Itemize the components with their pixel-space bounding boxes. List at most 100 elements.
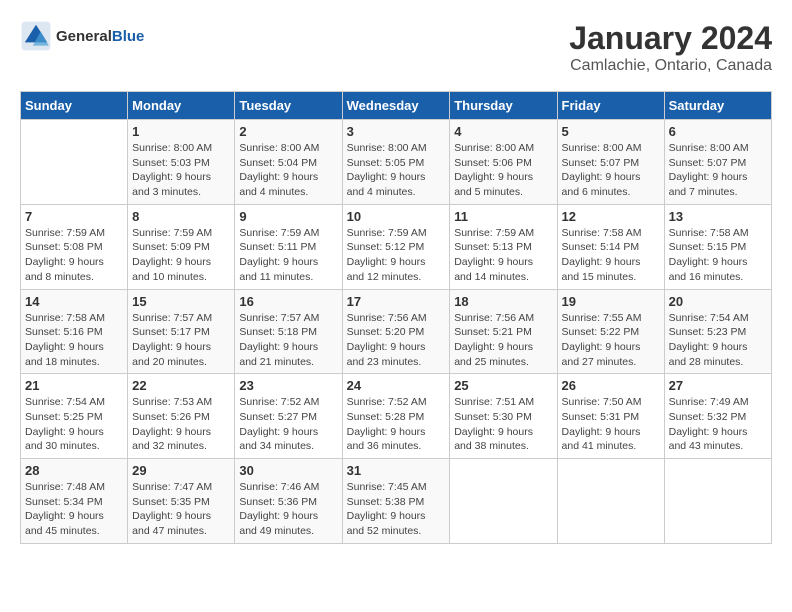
calendar-cell: 24 Sunrise: 7:52 AM Sunset: 5:28 PM Dayli… bbox=[342, 374, 450, 459]
calendar-cell: 6 Sunrise: 8:00 AM Sunset: 5:07 PM Daylig… bbox=[664, 120, 771, 205]
calendar-cell: 18Sunrise: 7:56 AM Sunset: 5:21 PM Dayli… bbox=[450, 289, 557, 374]
logo-general: GeneralBlue bbox=[56, 28, 144, 45]
day-info: Sunrise: 7:59 AM Sunset: 5:09 PM Dayligh… bbox=[132, 226, 230, 285]
calendar-cell: 1 Sunrise: 8:00 AM Sunset: 5:03 PM Daylig… bbox=[128, 120, 235, 205]
day-info: Sunrise: 7:51 AM Sunset: 5:30 PM Dayligh… bbox=[454, 395, 552, 454]
day-info: Sunrise: 7:59 AM Sunset: 5:13 PM Dayligh… bbox=[454, 226, 552, 285]
day-info: Sunrise: 7:56 AM Sunset: 5:20 PM Dayligh… bbox=[347, 311, 446, 370]
calendar-cell: 13 Sunrise: 7:58 AM Sunset: 5:15 PM Dayli… bbox=[664, 204, 771, 289]
day-number: 30 bbox=[239, 463, 337, 478]
day-number: 6 bbox=[669, 124, 767, 139]
day-info: Sunrise: 7:59 AM Sunset: 5:08 PM Dayligh… bbox=[25, 226, 123, 285]
day-info: Sunrise: 7:59 AM Sunset: 5:11 PM Dayligh… bbox=[239, 226, 337, 285]
day-info: Sunrise: 8:00 AM Sunset: 5:07 PM Dayligh… bbox=[669, 141, 767, 200]
day-info: Sunrise: 7:53 AM Sunset: 5:26 PM Dayligh… bbox=[132, 395, 230, 454]
day-number: 16 bbox=[239, 294, 337, 309]
calendar-cell bbox=[557, 459, 664, 544]
day-info: Sunrise: 7:47 AM Sunset: 5:35 PM Dayligh… bbox=[132, 480, 230, 539]
day-number: 8 bbox=[132, 209, 230, 224]
calendar-cell: 23 Sunrise: 7:52 AM Sunset: 5:27 PM Dayli… bbox=[235, 374, 342, 459]
day-info: Sunrise: 7:57 AM Sunset: 5:17 PM Dayligh… bbox=[132, 311, 230, 370]
day-number: 4 bbox=[454, 124, 552, 139]
day-number: 27 bbox=[669, 378, 767, 393]
calendar-cell: 27 Sunrise: 7:49 AM Sunset: 5:32 PM Dayli… bbox=[664, 374, 771, 459]
header-monday: Monday bbox=[128, 92, 235, 120]
day-number: 31 bbox=[347, 463, 446, 478]
day-info: Sunrise: 7:45 AM Sunset: 5:38 PM Dayligh… bbox=[347, 480, 446, 539]
calendar-cell: 30 Sunrise: 7:46 AM Sunset: 5:36 PM Dayli… bbox=[235, 459, 342, 544]
calendar-cell bbox=[664, 459, 771, 544]
header-thursday: Thursday bbox=[450, 92, 557, 120]
calendar-cell: 14Sunrise: 7:58 AM Sunset: 5:16 PM Dayli… bbox=[21, 289, 128, 374]
day-info: Sunrise: 7:50 AM Sunset: 5:31 PM Dayligh… bbox=[562, 395, 660, 454]
day-number: 29 bbox=[132, 463, 230, 478]
calendar-cell: 31 Sunrise: 7:45 AM Sunset: 5:38 PM Dayli… bbox=[342, 459, 450, 544]
header-sunday: Sunday bbox=[21, 92, 128, 120]
day-number: 12 bbox=[562, 209, 660, 224]
calendar-cell: 22 Sunrise: 7:53 AM Sunset: 5:26 PM Dayli… bbox=[128, 374, 235, 459]
header-friday: Friday bbox=[557, 92, 664, 120]
day-number: 7 bbox=[25, 209, 123, 224]
calendar-week-row: 14Sunrise: 7:58 AM Sunset: 5:16 PM Dayli… bbox=[21, 289, 772, 374]
day-number: 11 bbox=[454, 209, 552, 224]
header-tuesday: Tuesday bbox=[235, 92, 342, 120]
logo-text: GeneralBlue bbox=[56, 28, 144, 45]
page-header: GeneralBlue January 2024 Camlachie, Onta… bbox=[20, 20, 772, 75]
day-info: Sunrise: 8:00 AM Sunset: 5:04 PM Dayligh… bbox=[239, 141, 337, 200]
day-number: 10 bbox=[347, 209, 446, 224]
logo-icon bbox=[20, 20, 52, 52]
calendar-cell: 3Sunrise: 8:00 AM Sunset: 5:05 PM Daylig… bbox=[342, 120, 450, 205]
day-number: 5 bbox=[562, 124, 660, 139]
calendar-cell: 12Sunrise: 7:58 AM Sunset: 5:14 PM Dayli… bbox=[557, 204, 664, 289]
day-info: Sunrise: 7:52 AM Sunset: 5:28 PM Dayligh… bbox=[347, 395, 446, 454]
day-info: Sunrise: 7:55 AM Sunset: 5:22 PM Dayligh… bbox=[562, 311, 660, 370]
day-number: 15 bbox=[132, 294, 230, 309]
location-title: Camlachie, Ontario, Canada bbox=[569, 57, 772, 75]
calendar-cell: 11 Sunrise: 7:59 AM Sunset: 5:13 PM Dayli… bbox=[450, 204, 557, 289]
day-info: Sunrise: 7:59 AM Sunset: 5:12 PM Dayligh… bbox=[347, 226, 446, 285]
day-info: Sunrise: 7:58 AM Sunset: 5:15 PM Dayligh… bbox=[669, 226, 767, 285]
calendar-cell: 19 Sunrise: 7:55 AM Sunset: 5:22 PM Dayli… bbox=[557, 289, 664, 374]
title-area: January 2024 Camlachie, Ontario, Canada bbox=[569, 20, 772, 75]
day-number: 21 bbox=[25, 378, 123, 393]
day-number: 9 bbox=[239, 209, 337, 224]
calendar-cell: 25 Sunrise: 7:51 AM Sunset: 5:30 PM Dayli… bbox=[450, 374, 557, 459]
calendar-cell: 8 Sunrise: 7:59 AM Sunset: 5:09 PM Daylig… bbox=[128, 204, 235, 289]
day-info: Sunrise: 7:57 AM Sunset: 5:18 PM Dayligh… bbox=[239, 311, 337, 370]
calendar-cell: 29 Sunrise: 7:47 AM Sunset: 5:35 PM Dayli… bbox=[128, 459, 235, 544]
day-number: 1 bbox=[132, 124, 230, 139]
calendar-week-row: 28 Sunrise: 7:48 AM Sunset: 5:34 PM Dayli… bbox=[21, 459, 772, 544]
calendar-cell: 4 Sunrise: 8:00 AM Sunset: 5:06 PM Daylig… bbox=[450, 120, 557, 205]
calendar-cell: 9 Sunrise: 7:59 AM Sunset: 5:11 PM Daylig… bbox=[235, 204, 342, 289]
calendar-cell: 28 Sunrise: 7:48 AM Sunset: 5:34 PM Dayli… bbox=[21, 459, 128, 544]
day-info: Sunrise: 7:48 AM Sunset: 5:34 PM Dayligh… bbox=[25, 480, 123, 539]
day-number: 26 bbox=[562, 378, 660, 393]
day-number: 24 bbox=[347, 378, 446, 393]
day-number: 23 bbox=[239, 378, 337, 393]
day-info: Sunrise: 8:00 AM Sunset: 5:03 PM Dayligh… bbox=[132, 141, 230, 200]
day-info: Sunrise: 7:49 AM Sunset: 5:32 PM Dayligh… bbox=[669, 395, 767, 454]
day-info: Sunrise: 8:00 AM Sunset: 5:06 PM Dayligh… bbox=[454, 141, 552, 200]
header-saturday: Saturday bbox=[664, 92, 771, 120]
day-info: Sunrise: 8:00 AM Sunset: 5:07 PM Dayligh… bbox=[562, 141, 660, 200]
calendar-cell: 15 Sunrise: 7:57 AM Sunset: 5:17 PM Dayli… bbox=[128, 289, 235, 374]
day-info: Sunrise: 7:52 AM Sunset: 5:27 PM Dayligh… bbox=[239, 395, 337, 454]
day-number: 14 bbox=[25, 294, 123, 309]
day-number: 25 bbox=[454, 378, 552, 393]
day-number: 20 bbox=[669, 294, 767, 309]
calendar-cell: 17Sunrise: 7:56 AM Sunset: 5:20 PM Dayli… bbox=[342, 289, 450, 374]
calendar-header-row: SundayMondayTuesdayWednesdayThursdayFrid… bbox=[21, 92, 772, 120]
calendar-cell: 26 Sunrise: 7:50 AM Sunset: 5:31 PM Dayli… bbox=[557, 374, 664, 459]
day-number: 19 bbox=[562, 294, 660, 309]
day-info: Sunrise: 7:56 AM Sunset: 5:21 PM Dayligh… bbox=[454, 311, 552, 370]
day-info: Sunrise: 7:46 AM Sunset: 5:36 PM Dayligh… bbox=[239, 480, 337, 539]
calendar-week-row: 21Sunrise: 7:54 AM Sunset: 5:25 PM Dayli… bbox=[21, 374, 772, 459]
day-number: 22 bbox=[132, 378, 230, 393]
calendar-cell bbox=[450, 459, 557, 544]
day-number: 13 bbox=[669, 209, 767, 224]
calendar-week-row: 7 Sunrise: 7:59 AM Sunset: 5:08 PM Daylig… bbox=[21, 204, 772, 289]
calendar-cell: 7 Sunrise: 7:59 AM Sunset: 5:08 PM Daylig… bbox=[21, 204, 128, 289]
day-info: Sunrise: 7:54 AM Sunset: 5:23 PM Dayligh… bbox=[669, 311, 767, 370]
day-number: 28 bbox=[25, 463, 123, 478]
calendar-cell: 16 Sunrise: 7:57 AM Sunset: 5:18 PM Dayli… bbox=[235, 289, 342, 374]
